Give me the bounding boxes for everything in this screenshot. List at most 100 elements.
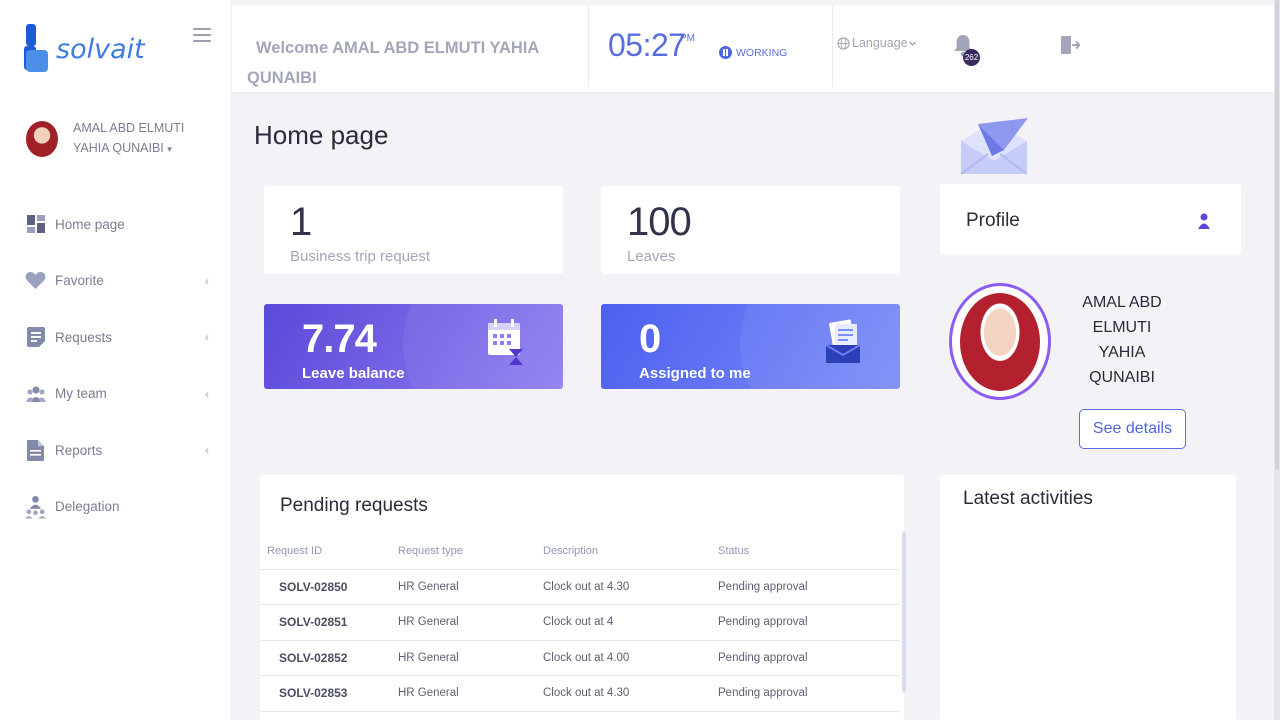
document-list-icon [25, 327, 46, 348]
welcome-line-2: QUNAIBI [247, 69, 317, 87]
leave-balance-card[interactable]: 7.74 Leave balance [264, 304, 563, 389]
divider [588, 5, 589, 87]
logo-mark-icon [24, 24, 50, 74]
working-status-label: WORKING [736, 46, 788, 59]
chevron-left-icon: ‹ [205, 330, 209, 345]
stat-card-leaves[interactable]: 100 Leaves [601, 186, 900, 274]
latest-activities-panel: Latest activities [940, 475, 1236, 720]
sidebar-item-home-page[interactable]: Home page [0, 196, 230, 253]
language-label: Language [852, 36, 908, 50]
column-header-description[interactable]: Description [543, 533, 718, 570]
calendar-hourglass-icon [488, 319, 523, 365]
sidebar-user-menu[interactable]: AMAL ABD ELMUTI YAHIA QUNAIBI ▾ [26, 118, 193, 159]
table-scrollbar[interactable] [902, 532, 906, 692]
logout-icon[interactable] [1060, 35, 1080, 55]
chevron-left-icon: ‹ [205, 443, 209, 458]
column-header-request-type[interactable]: Request type [398, 533, 543, 570]
caret-down-icon: ▾ [167, 144, 172, 154]
profile-name: AMAL ABD ELMUTI YAHIA QUNAIBI [1068, 290, 1176, 390]
envelope-illustration-icon [960, 118, 1028, 175]
description-cell: Clock out at 4.30 [543, 569, 718, 605]
welcome-message: Welcome AMAL ABD ELMUTI YAHIA QUNAIBI [247, 33, 577, 93]
leave-balance-label: Leave balance [302, 365, 405, 382]
request-id-cell: SOLV-02853 [260, 675, 398, 712]
profile-name-line: YAHIA [1098, 344, 1146, 361]
sidebar: solvait AMAL ABD ELMUTI YAHIA QUNAIBI ▾ … [0, 0, 230, 720]
sidebar-item-label: Reports [55, 442, 103, 458]
sidebar-item-label: Favorite [55, 273, 104, 289]
clock-ampm: PM [680, 33, 695, 44]
description-cell: Clock out at 4.00 [543, 640, 718, 676]
sidebar-item-reports[interactable]: Reports ‹ [0, 422, 230, 479]
chevron-left-icon: ‹ [205, 386, 209, 401]
assigned-to-me-label: Assigned to me [639, 365, 751, 382]
clock-time: 05:27 [608, 27, 686, 63]
grid-icon [25, 214, 46, 235]
sidebar-item-label: My team [55, 386, 107, 402]
status-cell: Pending approval [718, 675, 900, 712]
request-type-cell: HR General [398, 640, 543, 676]
menu-toggle-icon[interactable] [193, 28, 211, 42]
table-row[interactable]: SOLV-02851 HR General Clock out at 4 Pen… [260, 604, 900, 641]
table-row[interactable]: SOLV-02852 HR General Clock out at 4.00 … [260, 640, 900, 676]
profile-avatar [949, 283, 1051, 400]
avatar [26, 120, 58, 157]
profile-title: Profile [966, 210, 1020, 231]
team-icon [25, 383, 46, 404]
page-scrollbar[interactable] [1274, 0, 1280, 720]
report-file-icon [25, 439, 46, 461]
chevron-left-icon: ‹ [205, 273, 209, 288]
top-header: Welcome AMAL ABD ELMUTI YAHIA QUNAIBI 05… [232, 5, 1274, 93]
chevron-down-icon [908, 41, 916, 46]
sidebar-item-delegation[interactable]: Delegation [0, 479, 230, 536]
divider [832, 5, 833, 87]
stat-label: Business trip request [290, 248, 431, 265]
logo-text: solvait [56, 33, 145, 65]
user-icon[interactable] [1197, 213, 1211, 229]
sidebar-item-label: Delegation [55, 499, 120, 515]
language-dropdown[interactable]: Language [837, 36, 919, 50]
leave-balance-value: 7.74 [302, 317, 377, 361]
see-details-button[interactable]: See details [1079, 409, 1186, 449]
stat-value: 1 [290, 200, 312, 244]
stat-label: Leaves [627, 248, 676, 265]
globe-icon [837, 36, 850, 50]
pending-requests-title: Pending requests [280, 495, 428, 516]
status-cell: Pending approval [718, 604, 900, 641]
pending-requests-table: Request ID Request type Description Stat… [260, 533, 900, 712]
profile-card-header: Profile [940, 184, 1241, 255]
stat-value: 100 [627, 200, 692, 244]
description-cell: Clock out at 4.30 [543, 675, 718, 712]
latest-activities-title: Latest activities [963, 488, 1093, 509]
request-type-cell: HR General [398, 604, 543, 641]
notification-count-badge: 262 [963, 49, 980, 66]
profile-name-line: ELMUTI [1092, 319, 1152, 336]
delegation-icon [25, 495, 46, 519]
stat-card-business-trip[interactable]: 1 Business trip request [264, 186, 563, 274]
sidebar-item-requests[interactable]: Requests ‹ [0, 309, 230, 366]
table-row[interactable]: SOLV-02850 HR General Clock out at 4.30 … [260, 569, 900, 605]
table-row[interactable]: SOLV-02853 HR General Clock out at 4.30 … [260, 675, 900, 712]
sidebar-item-favorite[interactable]: Favorite ‹ [0, 253, 230, 310]
request-id-cell: SOLV-02851 [260, 604, 398, 641]
pause-icon [719, 46, 732, 59]
sidebar-item-label: Home page [55, 216, 125, 232]
request-type-cell: HR General [398, 569, 543, 605]
column-header-request-id[interactable]: Request ID [260, 533, 398, 570]
request-id-cell: SOLV-02852 [260, 640, 398, 676]
inbox-documents-icon [825, 319, 861, 363]
welcome-line-1: Welcome AMAL ABD ELMUTI YAHIA [256, 39, 540, 57]
table-header-row: Request ID Request type Description Stat… [260, 533, 900, 570]
column-header-status[interactable]: Status [718, 533, 900, 570]
sidebar-nav: Home page Favorite ‹ Requests ‹ My team … [0, 196, 230, 535]
app-logo[interactable]: solvait [24, 24, 145, 74]
assigned-to-me-value: 0 [639, 317, 661, 361]
status-cell: Pending approval [718, 569, 900, 605]
profile-name-line: QUNAIBI [1089, 369, 1155, 386]
working-status-toggle[interactable]: WORKING [719, 46, 787, 59]
pending-requests-panel: Pending requests Request ID Request type… [260, 475, 906, 720]
assigned-to-me-card[interactable]: 0 Assigned to me [601, 304, 900, 389]
profile-name-line: AMAL ABD [1082, 294, 1162, 311]
description-cell: Clock out at 4 [543, 604, 718, 641]
sidebar-item-my-team[interactable]: My team ‹ [0, 366, 230, 423]
